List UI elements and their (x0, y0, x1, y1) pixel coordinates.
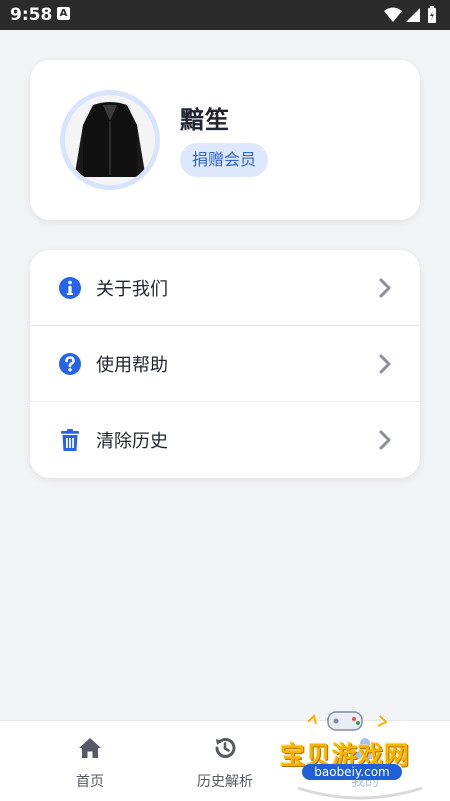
menu-item-label: 使用帮助 (96, 355, 168, 376)
menu-item-clear-history[interactable]: 清除历史 (30, 402, 420, 478)
avatar[interactable] (60, 90, 160, 190)
trash-icon (61, 429, 79, 451)
suit-figure-icon (75, 102, 145, 177)
home-icon (79, 738, 101, 758)
signal-icon (406, 8, 420, 22)
status-bar: 9:58 A (0, 0, 450, 30)
nav-label-home: 首页 (76, 774, 104, 790)
member-badge: 捐赠会员 (180, 143, 269, 177)
chevron-right-icon (379, 430, 391, 450)
avatar-image (65, 95, 155, 185)
help-icon (59, 353, 81, 375)
menu-item-label: 清除历史 (96, 431, 168, 452)
chevron-right-icon (379, 278, 391, 298)
info-icon (59, 277, 81, 299)
system-status-icons (384, 6, 436, 23)
settings-menu: 关于我们 使用帮助 清除历史 (30, 250, 420, 478)
menu-item-help[interactable]: 使用帮助 (30, 326, 420, 402)
menu-item-about[interactable]: 关于我们 (30, 250, 420, 326)
nav-tab-home[interactable]: 首页 (15, 721, 165, 801)
username: 黯笙 (180, 106, 230, 134)
chevron-right-icon (379, 354, 391, 374)
notification-a-icon: A (57, 7, 70, 20)
gamepad-icon (327, 711, 363, 731)
wifi-icon (384, 7, 402, 22)
status-time: 9:58 (10, 5, 53, 25)
watermark-url: baobeiy.com (302, 764, 402, 780)
history-icon (215, 738, 236, 758)
menu-item-label: 关于我们 (96, 279, 168, 300)
profile-card: 黯笙 捐赠会员 (30, 60, 420, 220)
